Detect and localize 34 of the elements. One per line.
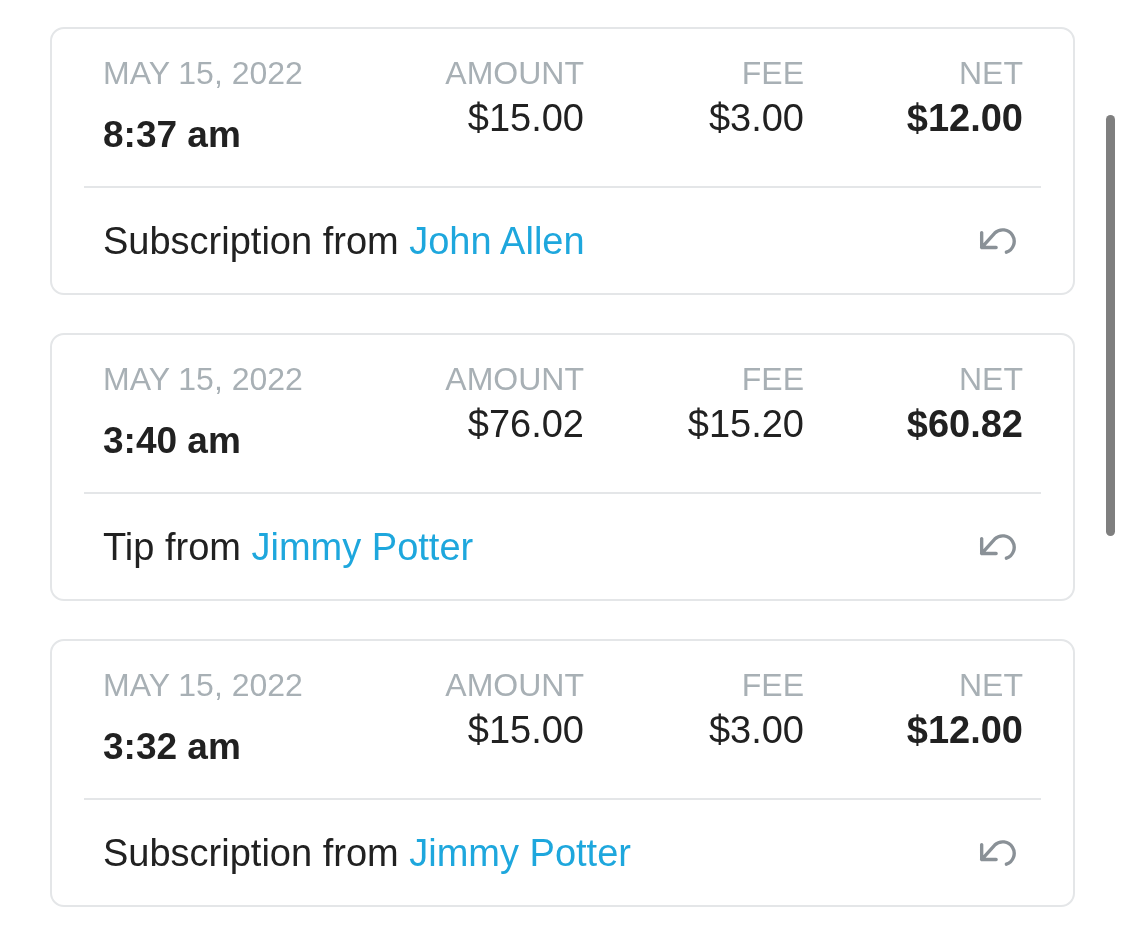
- column-heading: AMOUNT: [445, 363, 584, 395]
- column-heading: NET: [959, 57, 1023, 89]
- transaction-date: MAY 15, 2022: [103, 363, 303, 395]
- transaction-date: MAY 15, 2022: [103, 57, 303, 89]
- column-heading: FEE: [741, 669, 804, 701]
- money-value: $3.00: [708, 99, 804, 137]
- money-value: $15.00: [467, 711, 584, 749]
- money-value: $15.00: [467, 99, 584, 137]
- column-heading: NET: [959, 363, 1023, 395]
- curved-arrow-icon[interactable]: [979, 533, 1017, 561]
- transaction-time: 3:40 am: [103, 422, 241, 459]
- money-value: $3.00: [708, 711, 804, 749]
- transaction-date: MAY 15, 2022: [103, 669, 303, 701]
- transaction-time: 8:37 am: [103, 116, 241, 153]
- money-value: $12.00: [906, 99, 1023, 137]
- money-value: $60.82: [906, 405, 1023, 443]
- curved-arrow-icon[interactable]: [979, 227, 1017, 255]
- transaction-description: Tip from Jimmy Potter: [103, 528, 474, 566]
- transaction-time: 3:32 am: [103, 728, 241, 765]
- column-heading: NET: [959, 669, 1023, 701]
- user-link[interactable]: John Allen: [409, 220, 585, 262]
- user-link[interactable]: Jimmy Potter: [409, 832, 631, 874]
- column-heading: AMOUNT: [445, 669, 584, 701]
- money-value: $12.00: [906, 711, 1023, 749]
- money-value: $15.20: [687, 405, 804, 443]
- transaction-description: Subscription from Jimmy Potter: [103, 834, 631, 872]
- scrollbar-thumb[interactable]: [1106, 115, 1115, 536]
- user-link[interactable]: Jimmy Potter: [251, 526, 474, 568]
- curved-arrow-icon[interactable]: [979, 839, 1017, 867]
- column-heading: FEE: [741, 57, 804, 89]
- money-value: $76.02: [467, 405, 584, 443]
- transaction-description: Subscription from John Allen: [103, 222, 585, 260]
- column-heading: AMOUNT: [445, 57, 584, 89]
- column-heading: FEE: [741, 363, 804, 395]
